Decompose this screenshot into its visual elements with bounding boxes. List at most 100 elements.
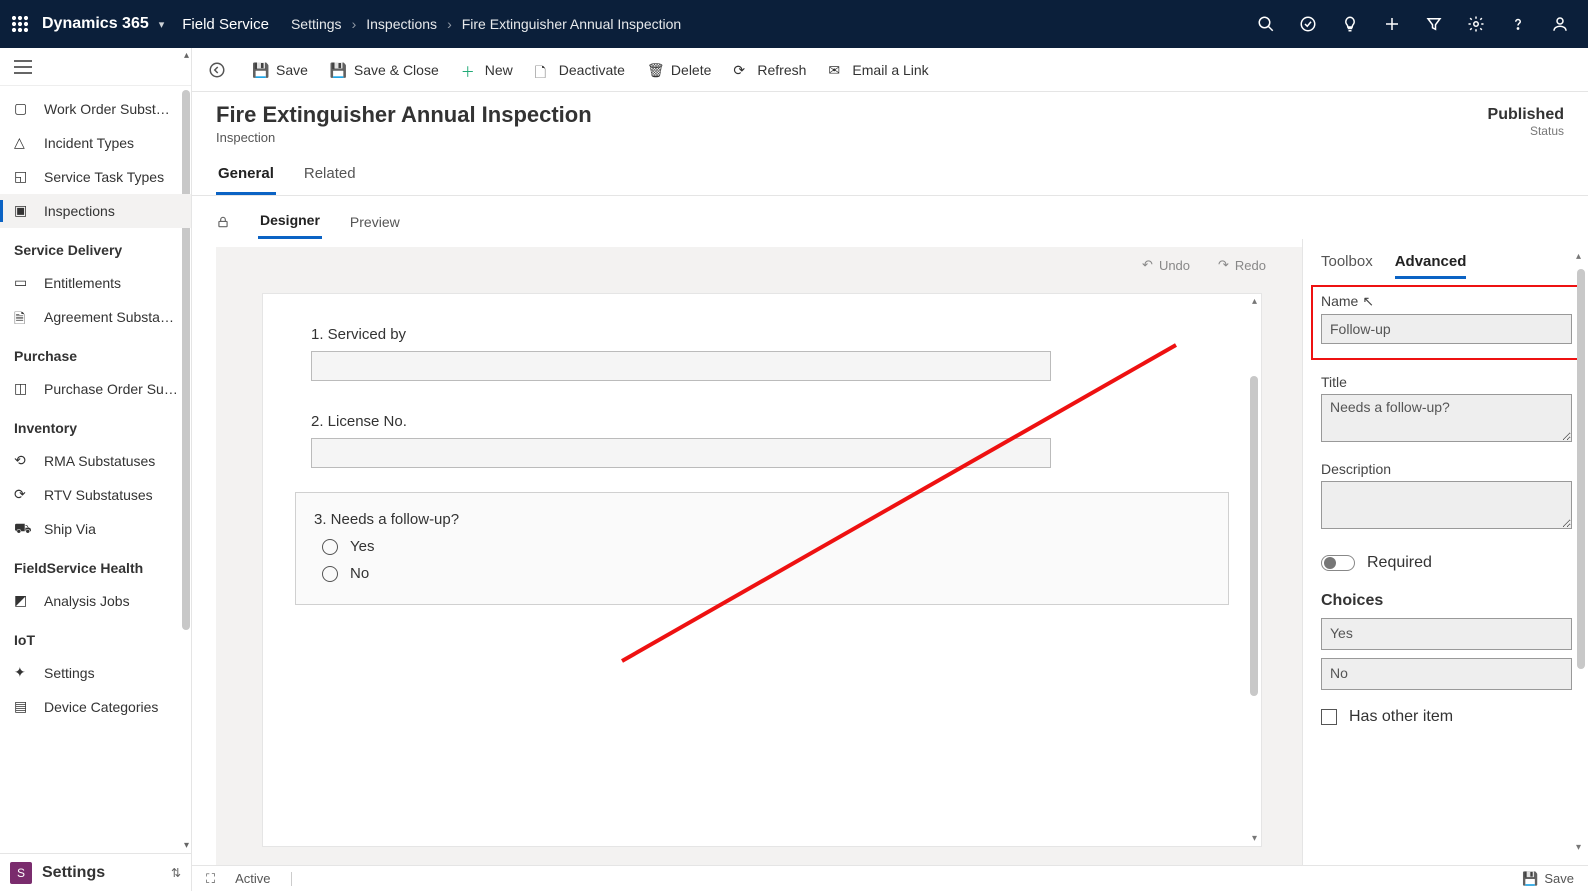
entity-name: Inspection	[216, 130, 592, 145]
choices-header: Choices	[1321, 592, 1572, 610]
panel-tab-toolbox[interactable]: Toolbox	[1321, 253, 1373, 279]
email-link-button[interactable]: ✉Email a Link	[828, 62, 928, 78]
expand-icon[interactable]: ⛶	[206, 871, 215, 887]
text-input[interactable]	[311, 438, 1051, 468]
area-switcher[interactable]: S Settings ⇅	[0, 853, 191, 891]
main: 💾Save 💾Save & Close ＋New 🗋Deactivate 🗑De…	[192, 48, 1588, 891]
switcher-badge: S	[10, 862, 32, 884]
brand-label[interactable]: Dynamics 365	[42, 15, 149, 33]
app-launcher-icon[interactable]	[8, 12, 32, 36]
footer-bar: ⛶ Active 💾 Save	[192, 865, 1588, 891]
chevron-down-icon[interactable]: ▾	[159, 18, 165, 31]
sidebar-item-purchase-order-sub[interactable]: ◫Purchase Order Su…	[0, 372, 191, 406]
sidebar-item-service-task-types[interactable]: ◱Service Task Types	[0, 160, 191, 194]
sidebar-item-entitlements[interactable]: ▭Entitlements	[0, 266, 191, 300]
search-icon[interactable]	[1254, 12, 1278, 36]
radio-option-no[interactable]: No	[322, 565, 1210, 582]
scroll-up-caret[interactable]: ▴	[184, 50, 189, 61]
panel-scroll-down[interactable]: ▾	[1576, 842, 1581, 853]
choice-input[interactable]: Yes	[1321, 618, 1572, 650]
plus-icon[interactable]	[1380, 12, 1404, 36]
sidebar-item-ship-via[interactable]: ⛟Ship Via	[0, 512, 191, 546]
sidebar: ▴ ▢Work Order Subst… △Incident Types ◱Se…	[0, 48, 192, 891]
choice-input[interactable]: No	[1321, 658, 1572, 690]
subtab-preview[interactable]: Preview	[348, 208, 402, 238]
title-input[interactable]: Needs a follow-up?	[1321, 394, 1572, 442]
checkbox-icon	[1321, 709, 1337, 725]
radio-option-yes[interactable]: Yes	[322, 538, 1210, 555]
question-label: 2. License No.	[311, 413, 1213, 430]
sidebar-item-inspections[interactable]: ▣Inspections	[0, 194, 191, 228]
required-label: Required	[1367, 554, 1432, 572]
description-field-label: Description	[1321, 461, 1572, 477]
sidebar-item-work-order-substatus[interactable]: ▢Work Order Subst…	[0, 92, 191, 126]
gear-icon[interactable]	[1464, 12, 1488, 36]
sidebar-item-agreement-substatus[interactable]: 🗎Agreement Substa…	[0, 300, 191, 334]
redo-button[interactable]: ↷ Redo	[1218, 257, 1266, 273]
sidebar-item-rtv-substatuses[interactable]: ⟳RTV Substatuses	[0, 478, 191, 512]
sidebar-scrollbar[interactable]	[182, 90, 190, 630]
status-value: Published	[1488, 106, 1564, 124]
scroll-down-caret[interactable]: ▾	[184, 840, 189, 851]
page-title: Fire Extinguisher Annual Inspection	[216, 102, 592, 128]
command-bar: 💾Save 💾Save & Close ＋New 🗋Deactivate 🗑De…	[192, 48, 1588, 92]
status-active: Active	[235, 871, 270, 886]
breadcrumb-item[interactable]: Inspections	[366, 16, 437, 32]
has-other-row[interactable]: Has other item	[1321, 708, 1572, 726]
panel-scroll-up[interactable]: ▴	[1576, 251, 1581, 262]
title-field-label: Title	[1321, 374, 1572, 390]
text-input[interactable]	[311, 351, 1051, 381]
sidebar-group-header: Inventory	[0, 406, 191, 444]
sidebar-item-rma-substatuses[interactable]: ⟲RMA Substatuses	[0, 444, 191, 478]
canvas-scroll-up[interactable]: ▴	[1252, 296, 1257, 307]
question-label: 1. Serviced by	[311, 326, 1213, 343]
save-close-button[interactable]: 💾Save & Close	[330, 62, 439, 78]
annotation-highlight: Name↖	[1311, 285, 1582, 360]
hamburger-button[interactable]	[0, 48, 191, 86]
sidebar-item-iot-settings[interactable]: ✦Settings	[0, 656, 191, 690]
canvas-scrollbar[interactable]	[1250, 376, 1258, 696]
help-icon[interactable]	[1506, 12, 1530, 36]
form-tabs: General Related	[192, 145, 1588, 196]
refresh-button[interactable]: ⟳Refresh	[733, 62, 806, 78]
task-check-icon[interactable]	[1296, 12, 1320, 36]
tab-general[interactable]: General	[216, 159, 276, 195]
breadcrumb-item[interactable]: Settings	[291, 16, 342, 32]
undo-button[interactable]: ↶ Undo	[1142, 257, 1190, 273]
app-name[interactable]: Field Service	[182, 16, 269, 33]
top-nav: Dynamics 365 ▾ Field Service Settings› I…	[0, 0, 1588, 48]
property-panel: ▴ ▾ Toolbox Advanced Name↖ Title Needs a …	[1302, 239, 1588, 865]
chevron-updown-icon: ⇅	[171, 866, 181, 880]
question-follow-up-selected[interactable]: 3. Needs a follow-up? Yes No	[295, 492, 1229, 605]
name-input[interactable]	[1321, 314, 1572, 344]
save-button[interactable]: 💾Save	[252, 62, 308, 78]
user-icon[interactable]	[1548, 12, 1572, 36]
required-toggle[interactable]	[1321, 555, 1355, 571]
sidebar-item-device-categories[interactable]: ▤Device Categories	[0, 690, 191, 724]
panel-tab-advanced[interactable]: Advanced	[1395, 253, 1467, 279]
filter-funnel-icon[interactable]	[1422, 12, 1446, 36]
back-button[interactable]	[208, 61, 230, 79]
delete-button[interactable]: 🗑Delete	[647, 62, 711, 78]
designer-canvas: ↶ Undo ↷ Redo ▴ ▾ 1. Serviced by 2. Lice…	[216, 247, 1302, 865]
question-serviced-by[interactable]: 1. Serviced by	[311, 326, 1213, 381]
sidebar-item-incident-types[interactable]: △Incident Types	[0, 126, 191, 160]
sidebar-group-header: Service Delivery	[0, 228, 191, 266]
deactivate-button[interactable]: 🗋Deactivate	[535, 62, 625, 78]
canvas-scroll-down[interactable]: ▾	[1252, 833, 1257, 844]
sidebar-group-header: Purchase	[0, 334, 191, 372]
question-label: 3. Needs a follow-up?	[314, 511, 1210, 528]
lightbulb-icon[interactable]	[1338, 12, 1362, 36]
sidebar-item-analysis-jobs[interactable]: ◩Analysis Jobs	[0, 584, 191, 618]
panel-scrollbar[interactable]	[1577, 269, 1585, 669]
footer-save-button[interactable]: 💾 Save	[1522, 871, 1574, 887]
breadcrumb: Settings› Inspections› Fire Extinguisher…	[291, 16, 681, 32]
description-input[interactable]	[1321, 481, 1572, 529]
new-button[interactable]: ＋New	[461, 62, 513, 78]
tab-related[interactable]: Related	[302, 159, 358, 195]
designer-surface[interactable]: ▴ ▾ 1. Serviced by 2. License No. 3. Nee…	[262, 293, 1262, 847]
lock-icon	[216, 215, 232, 231]
subtab-designer[interactable]: Designer	[258, 206, 322, 239]
radio-icon	[322, 566, 338, 582]
question-license-no[interactable]: 2. License No.	[311, 413, 1213, 468]
